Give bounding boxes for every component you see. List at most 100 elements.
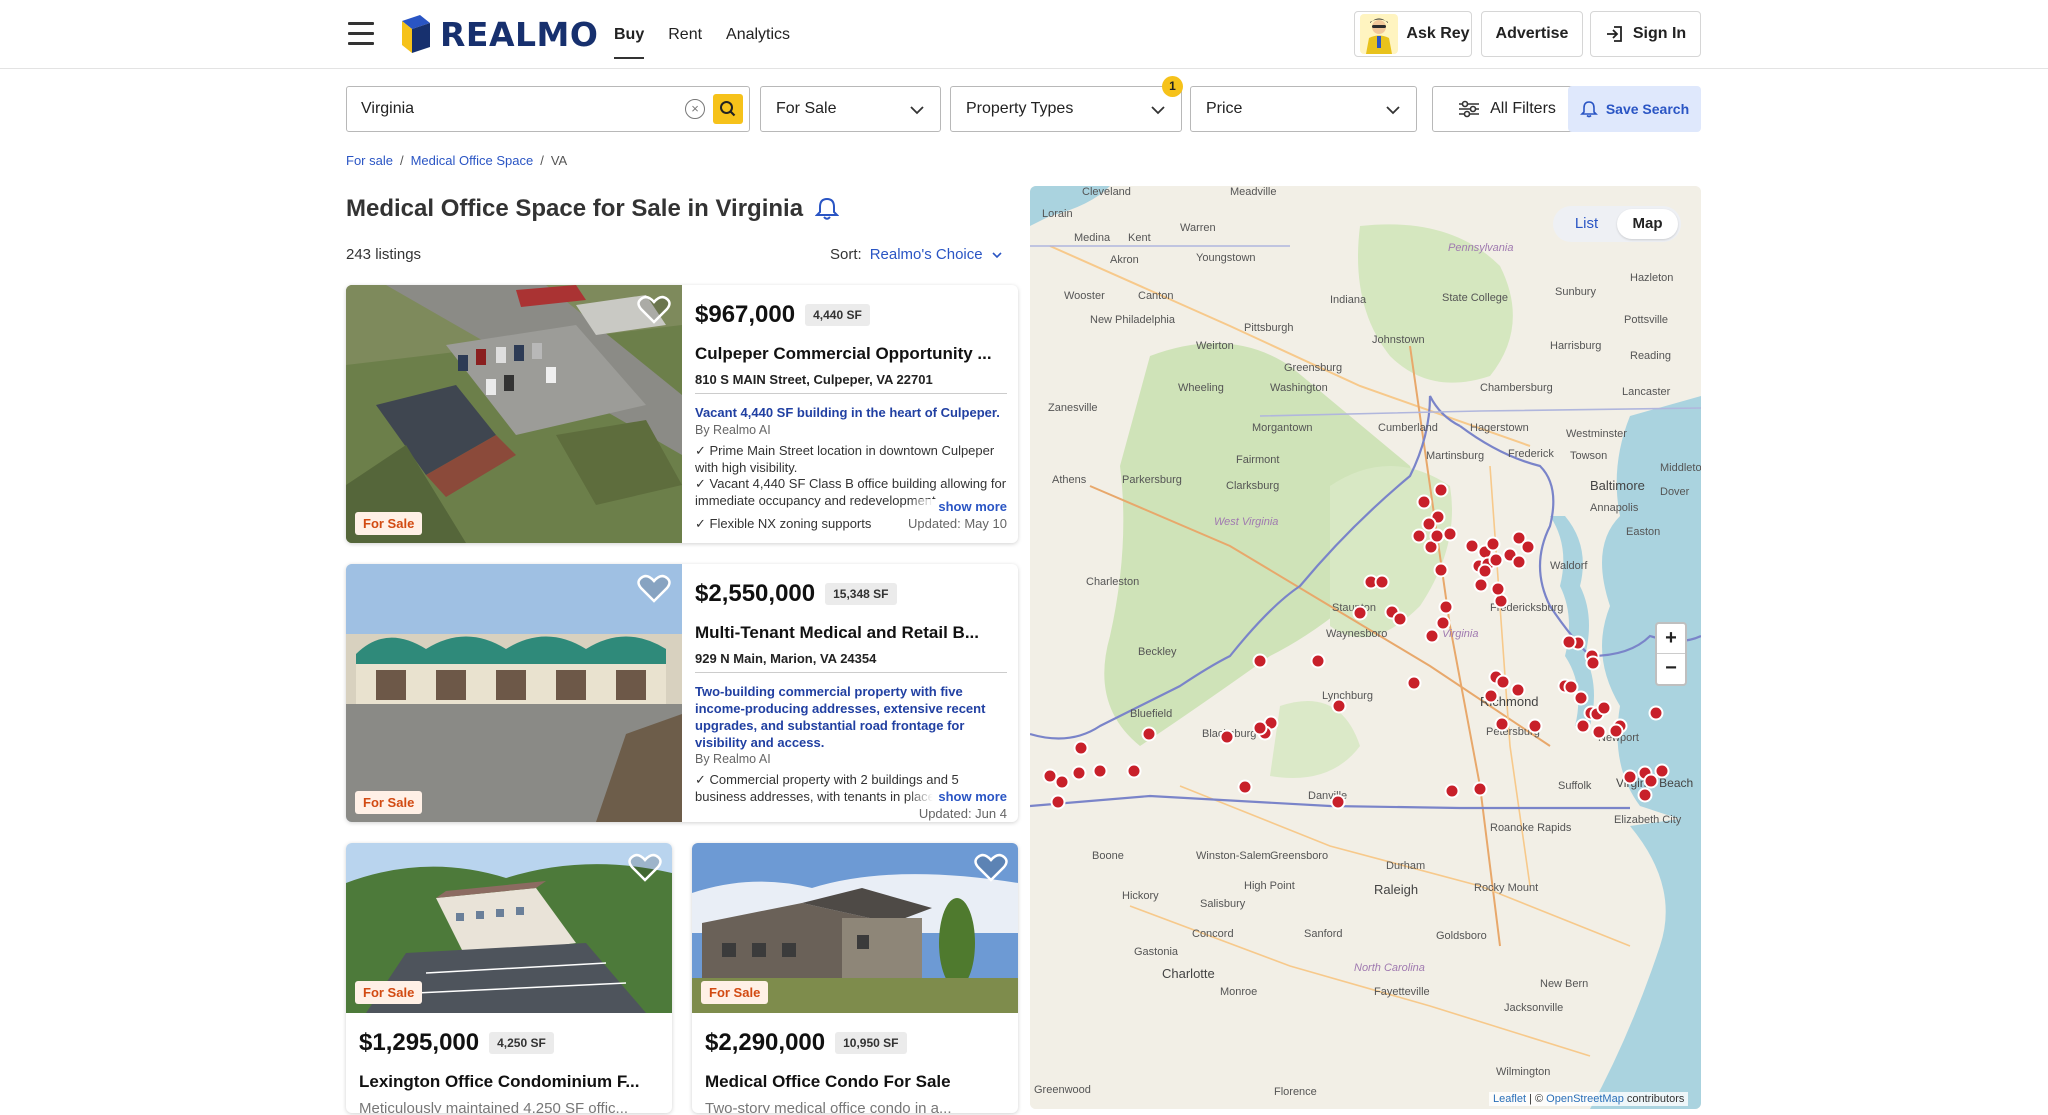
list-view-tab[interactable]: List	[1556, 209, 1617, 239]
ask-rey-button[interactable]: Ask Rey	[1354, 11, 1472, 57]
listing-marker[interactable]	[1073, 740, 1089, 756]
show-more-link[interactable]: show more	[908, 789, 1007, 806]
favorite-heart-icon[interactable]	[637, 295, 671, 325]
listing-marker[interactable]	[1511, 554, 1527, 570]
save-search-button[interactable]: Save Search	[1568, 86, 1701, 132]
listing-marker[interactable]	[1473, 577, 1489, 593]
listing-marker[interactable]	[1444, 783, 1460, 799]
listing-marker[interactable]	[1493, 593, 1509, 609]
listing-marker[interactable]	[1310, 653, 1326, 669]
clear-search-icon[interactable]: ×	[685, 99, 705, 119]
listing-marker[interactable]	[1421, 516, 1437, 532]
listing-marker[interactable]	[1490, 581, 1506, 597]
listing-card[interactable]: For Sale $967,000 4,440 SF Culpeper Comm…	[346, 285, 1018, 543]
sort-control[interactable]: Sort: Realmo's Choice	[830, 246, 1003, 263]
map-view-tab[interactable]: Map	[1617, 209, 1678, 239]
listing-title[interactable]: Culpeper Commercial Opportunity ...	[695, 344, 1007, 364]
nav-analytics[interactable]: Analytics	[726, 0, 790, 69]
favorite-heart-icon[interactable]	[637, 574, 671, 604]
favorite-heart-icon[interactable]	[628, 853, 662, 883]
listing-marker[interactable]	[1637, 787, 1653, 803]
breadcrumb-medical-office[interactable]: Medical Office Space	[411, 153, 534, 168]
listing-marker[interactable]	[1654, 763, 1670, 779]
listings-map[interactable]: Cleveland Meadville Lorain Medina Kent W…	[1030, 186, 1701, 1109]
menu-icon[interactable]	[348, 22, 374, 46]
listing-marker[interactable]	[1520, 539, 1536, 555]
listing-card[interactable]: For Sale $1,295,000 4,250 SF Lexington O…	[346, 843, 672, 1113]
all-filters-button[interactable]: All Filters	[1432, 86, 1582, 132]
search-input[interactable]	[361, 87, 661, 131]
listing-marker[interactable]	[1591, 724, 1607, 740]
show-more-link[interactable]: show more	[908, 499, 1007, 516]
listing-marker[interactable]	[1330, 794, 1346, 810]
advertise-button[interactable]: Advertise	[1481, 11, 1583, 57]
listing-marker[interactable]	[1042, 768, 1058, 784]
listing-card[interactable]: For Sale $2,290,000 10,950 SF Medical Of…	[692, 843, 1018, 1113]
listing-marker[interactable]	[1331, 698, 1347, 714]
listing-photo[interactable]	[346, 564, 682, 822]
listing-photo[interactable]	[346, 285, 682, 543]
listing-marker[interactable]	[1416, 494, 1432, 510]
listing-marker[interactable]	[1527, 718, 1543, 734]
listing-marker[interactable]	[1573, 690, 1589, 706]
listing-type-dropdown[interactable]: For Sale	[760, 86, 941, 132]
listing-marker[interactable]	[1433, 562, 1449, 578]
listing-marker[interactable]	[1252, 653, 1268, 669]
favorite-heart-icon[interactable]	[974, 853, 1008, 883]
breadcrumb-for-sale[interactable]: For sale	[346, 153, 393, 168]
listing-marker[interactable]	[1464, 538, 1480, 554]
listing-marker[interactable]	[1352, 605, 1368, 621]
leaflet-link[interactable]: Leaflet	[1493, 1093, 1526, 1105]
listing-marker[interactable]	[1495, 674, 1511, 690]
zoom-out-button[interactable]: −	[1657, 654, 1685, 684]
listing-marker[interactable]	[1643, 773, 1659, 789]
listing-marker[interactable]	[1433, 482, 1449, 498]
nav-buy[interactable]: Buy	[614, 0, 645, 69]
bell-alert-icon[interactable]	[815, 196, 840, 222]
nav-rent[interactable]: Rent	[668, 0, 702, 69]
listing-title[interactable]: Multi-Tenant Medical and Retail B...	[695, 623, 1007, 643]
listing-marker[interactable]	[1252, 720, 1268, 736]
listing-marker[interactable]	[1585, 655, 1601, 671]
realmo-logo[interactable]: REALMO	[398, 12, 598, 56]
listing-marker[interactable]	[1442, 526, 1458, 542]
listing-marker[interactable]	[1648, 705, 1664, 721]
listing-marker[interactable]	[1477, 563, 1493, 579]
listing-marker[interactable]	[1237, 779, 1253, 795]
listing-marker[interactable]	[1126, 763, 1142, 779]
search-button[interactable]	[713, 94, 743, 124]
listing-marker[interactable]	[1092, 763, 1108, 779]
listing-marker[interactable]	[1575, 718, 1591, 734]
listing-marker[interactable]	[1435, 615, 1451, 631]
listing-marker[interactable]	[1438, 599, 1454, 615]
price-dropdown[interactable]: Price	[1190, 86, 1417, 132]
listing-marker[interactable]	[1374, 574, 1390, 590]
listing-marker[interactable]	[1424, 628, 1440, 644]
listing-marker[interactable]	[1054, 774, 1070, 790]
listing-marker[interactable]	[1429, 528, 1445, 544]
listing-title[interactable]: Medical Office Condo For Sale	[705, 1072, 1005, 1092]
listing-title[interactable]: Lexington Office Condominium F...	[359, 1072, 659, 1092]
sign-in-button[interactable]: Sign In	[1590, 11, 1701, 57]
listing-marker[interactable]	[1392, 611, 1408, 627]
property-types-dropdown[interactable]: Property Types	[950, 86, 1182, 132]
listing-marker[interactable]	[1485, 536, 1501, 552]
listing-marker[interactable]	[1411, 528, 1427, 544]
listing-marker[interactable]	[1071, 765, 1087, 781]
listing-marker[interactable]	[1141, 726, 1157, 742]
listing-marker[interactable]	[1483, 688, 1499, 704]
listing-marker[interactable]	[1561, 634, 1577, 650]
listing-marker[interactable]	[1050, 794, 1066, 810]
listing-marker[interactable]	[1510, 682, 1526, 698]
listing-marker[interactable]	[1406, 675, 1422, 691]
listing-marker[interactable]	[1488, 552, 1504, 568]
listing-marker[interactable]	[1608, 723, 1624, 739]
listing-marker[interactable]	[1494, 716, 1510, 732]
listing-markers[interactable]	[1030, 186, 1701, 1109]
listing-marker[interactable]	[1472, 781, 1488, 797]
listing-marker[interactable]	[1596, 700, 1612, 716]
osm-link[interactable]: OpenStreetMap	[1546, 1093, 1624, 1105]
listing-marker[interactable]	[1563, 679, 1579, 695]
listing-marker[interactable]	[1622, 769, 1638, 785]
listing-card[interactable]: For Sale $2,550,000 15,348 SF Multi-Tena…	[346, 564, 1018, 822]
